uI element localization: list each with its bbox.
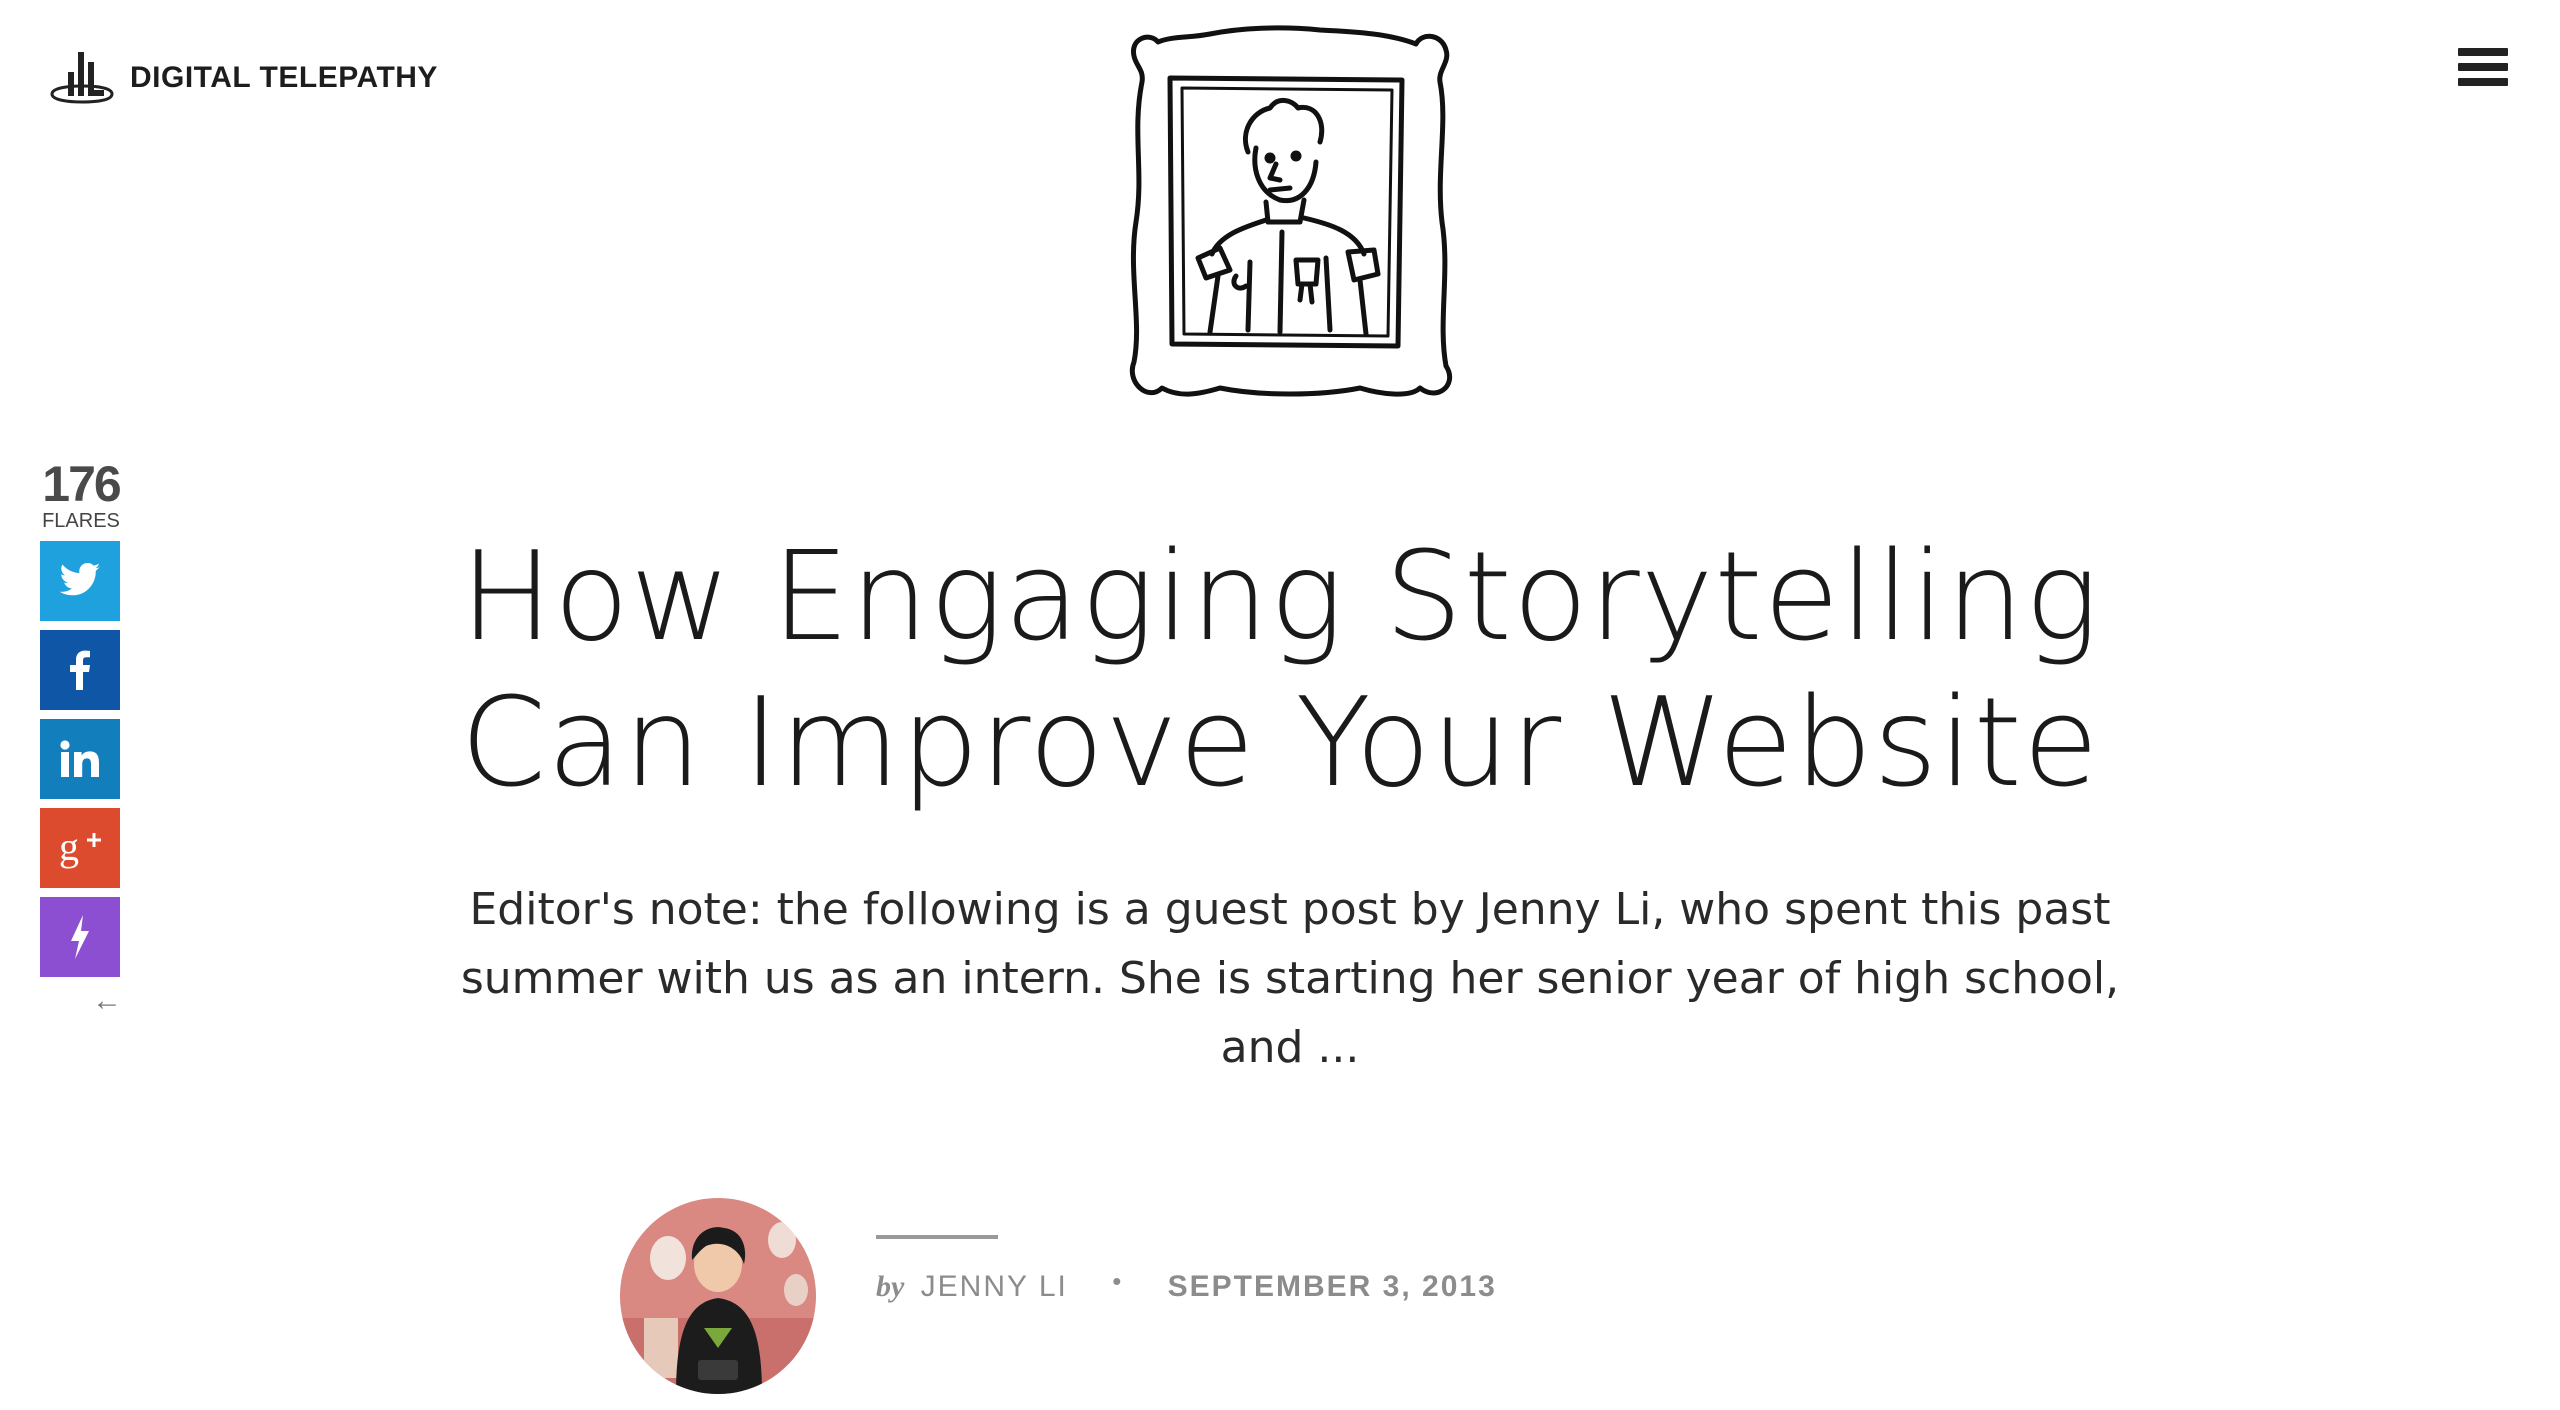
- flare-lightning-icon: [71, 915, 89, 959]
- author-photo: [620, 1198, 816, 1394]
- google-plus-icon: g: [59, 826, 101, 869]
- meta-separator: •: [1112, 1266, 1124, 1296]
- linkedin-share-button[interactable]: [40, 719, 120, 799]
- framed-portrait-illustration: [1129, 25, 1453, 397]
- author-avatar[interactable]: [620, 1198, 816, 1394]
- share-count-label: FLARES: [42, 510, 120, 532]
- author-link[interactable]: JENNY LI: [921, 1270, 1068, 1303]
- post-byline: by JENNY LI • SEPTEMBER 3, 2013: [620, 1198, 1620, 1398]
- post-meta: by JENNY LI • SEPTEMBER 3, 2013: [876, 1266, 1497, 1304]
- brand-logo[interactable]: DIGITAL TELEPATHY: [48, 48, 438, 108]
- hamburger-menu-icon[interactable]: [2458, 48, 2508, 92]
- share-count: 176: [42, 456, 121, 512]
- linkedin-icon: [60, 740, 99, 777]
- svg-text:g: g: [59, 826, 79, 869]
- facebook-icon: [70, 650, 90, 690]
- byline-prefix: by: [876, 1270, 905, 1303]
- twitter-share-button[interactable]: [40, 541, 120, 621]
- post-title[interactable]: How Engaging Storytelling Can Improve Yo…: [400, 525, 2160, 817]
- brand-name: DIGITAL TELEPATHY: [130, 61, 438, 94]
- dt-logo-icon: [50, 52, 114, 104]
- post-excerpt: Editor's note: the following is a guest …: [460, 884, 2120, 1073]
- social-share-bar: 176 FLARES g ←: [40, 456, 122, 1016]
- collapse-share-bar-icon[interactable]: ←: [40, 986, 122, 1016]
- twitter-icon: [59, 563, 101, 596]
- facebook-share-button[interactable]: [40, 630, 120, 710]
- google-plus-share-button[interactable]: g: [40, 808, 120, 888]
- byline-divider: [876, 1235, 998, 1239]
- flare-share-button[interactable]: [40, 897, 120, 977]
- post-date: SEPTEMBER 3, 2013: [1167, 1270, 1497, 1303]
